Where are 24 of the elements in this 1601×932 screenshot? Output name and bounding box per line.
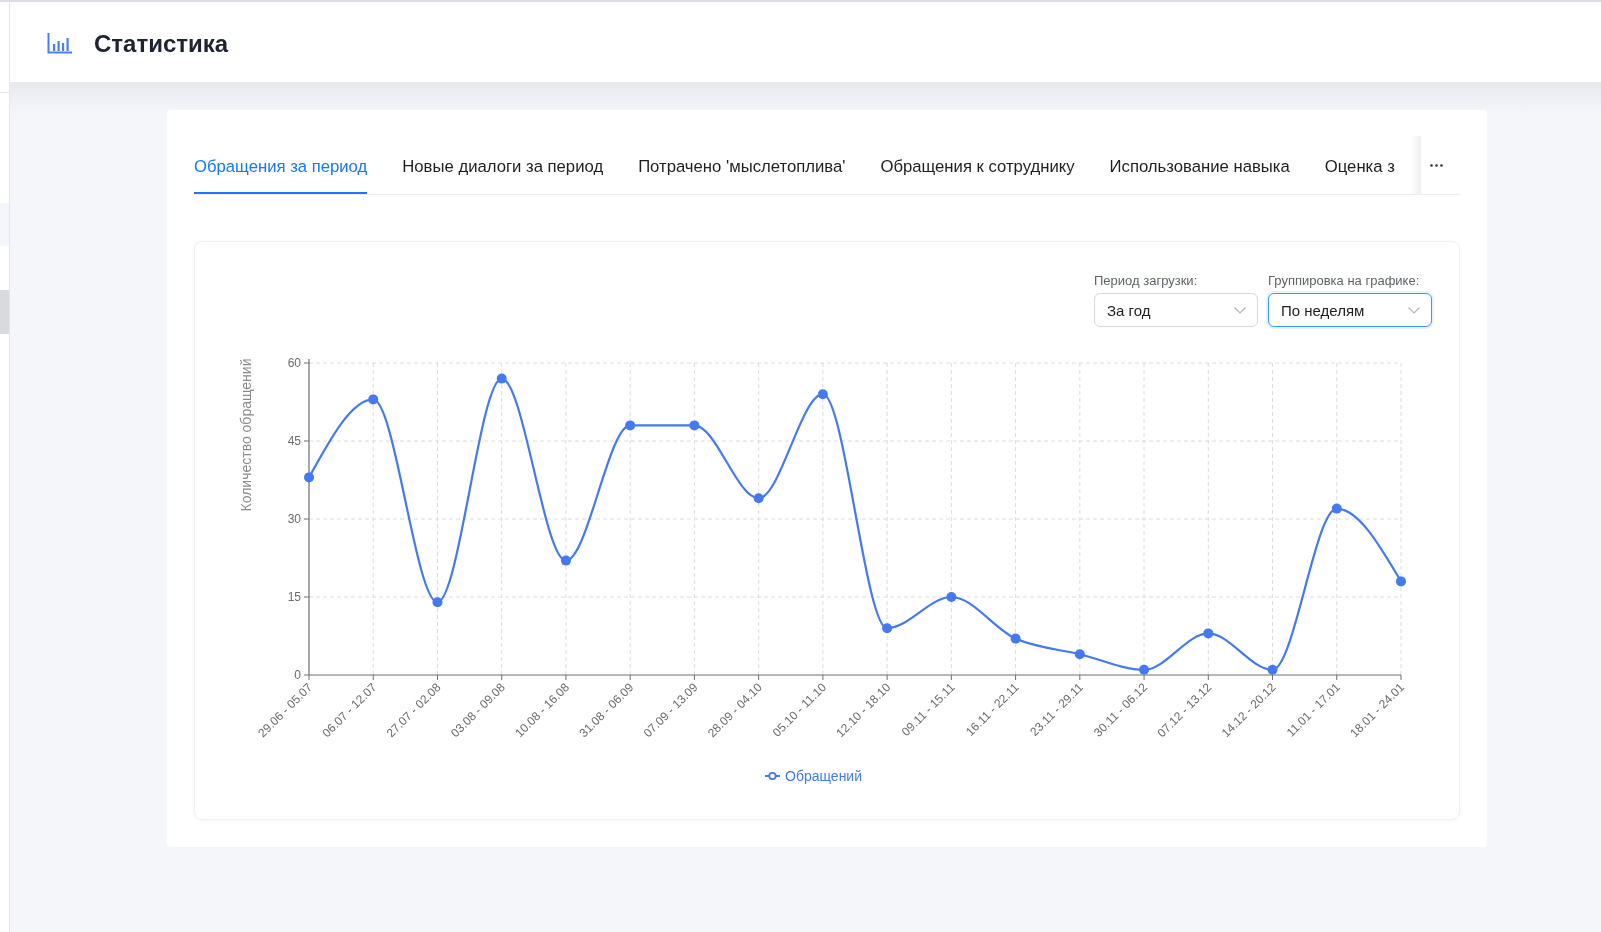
y-axis-title: Количество обращений <box>238 358 254 512</box>
sidebar-item[interactable] <box>0 290 9 334</box>
tab[interactable]: Оценка з <box>1324 136 1395 194</box>
chevron-down-icon <box>1408 306 1420 314</box>
tab[interactable]: Новые диалоги за период <box>402 136 604 194</box>
tab[interactable]: Обращения за период <box>194 136 368 194</box>
field-label: Период загрузки: <box>1094 272 1199 290</box>
y-tick-label: 15 <box>287 590 301 604</box>
sidebar-item[interactable] <box>0 203 9 246</box>
field-label: Группировка на графике: <box>1268 272 1421 290</box>
tab[interactable]: Обращения к сотруднику <box>880 136 1075 194</box>
chevron-down-icon <box>1234 306 1246 314</box>
tab[interactable]: Потрачено 'мыслетоплива' <box>638 136 846 194</box>
y-tick-label: 30 <box>287 512 301 526</box>
tab[interactable]: Использование навыка <box>1109 136 1290 194</box>
y-tick-label: 0 <box>294 668 301 682</box>
dropdown[interactable]: За год <box>1094 293 1258 327</box>
bar-chart-icon <box>47 33 72 54</box>
dropdown[interactable]: По неделям <box>1268 293 1432 327</box>
page-title: Статистика <box>94 29 229 58</box>
y-tick-label: 60 <box>287 356 301 370</box>
legend-label[interactable]: Обращений <box>785 768 862 784</box>
ellipsis-icon <box>1429 163 1443 167</box>
y-tick-label: 45 <box>287 434 301 448</box>
